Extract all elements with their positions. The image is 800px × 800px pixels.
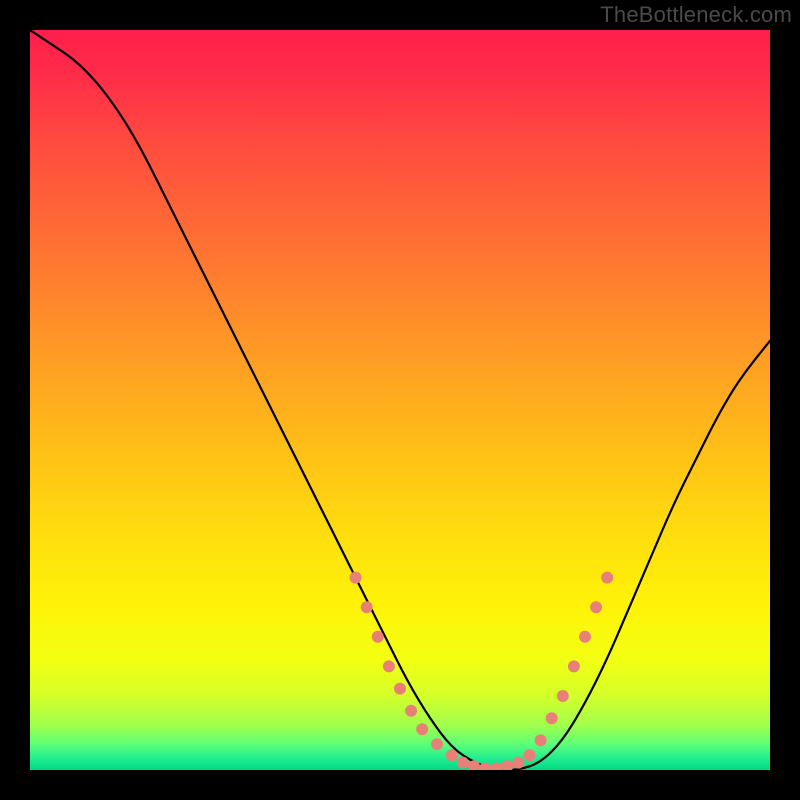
chart-stage: TheBottleneck.com (0, 0, 800, 800)
marker-dot (383, 660, 395, 672)
marker-dot (361, 601, 373, 613)
marker-dot (524, 749, 536, 761)
marker-dot (535, 734, 547, 746)
watermark-text: TheBottleneck.com (600, 2, 792, 28)
gradient-rect (30, 30, 770, 770)
marker-dot (405, 705, 417, 717)
marker-dot (546, 712, 558, 724)
marker-dot (457, 757, 469, 769)
marker-dot (350, 572, 362, 584)
marker-dot (512, 757, 524, 769)
plot-frame (30, 30, 770, 770)
marker-dot (416, 723, 428, 735)
marker-dot (579, 631, 591, 643)
marker-dot (431, 738, 443, 750)
marker-dot (590, 601, 602, 613)
marker-dot (446, 749, 458, 761)
marker-dot (601, 572, 613, 584)
marker-dot (568, 660, 580, 672)
marker-dot (372, 631, 384, 643)
marker-dot (394, 683, 406, 695)
marker-dot (557, 690, 569, 702)
plot-svg (30, 30, 770, 770)
